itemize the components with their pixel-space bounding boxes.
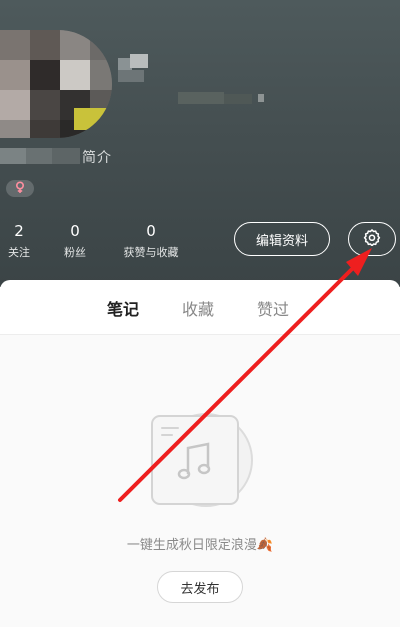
music-record-icon <box>148 410 256 510</box>
likes-count: 0 <box>146 222 156 240</box>
publish-button[interactable]: 去发布 <box>157 571 243 603</box>
settings-button[interactable] <box>348 222 396 256</box>
tab-bar: 笔记 收藏 赞过 <box>0 296 400 346</box>
stat-followers[interactable]: 0 粉丝 <box>58 222 92 260</box>
stat-following[interactable]: 2 关注 <box>4 222 34 260</box>
followers-label: 粉丝 <box>64 246 86 259</box>
edit-profile-button[interactable]: 编辑资料 <box>234 222 330 256</box>
username-blurred <box>118 54 268 108</box>
female-symbol-icon <box>14 179 26 198</box>
bio-blurred <box>0 146 140 168</box>
following-count: 2 <box>14 222 24 240</box>
likes-label: 获赞与收藏 <box>123 246 179 259</box>
tab-liked[interactable]: 赞过 <box>257 296 289 320</box>
bio-label[interactable]: 简介 <box>82 147 112 167</box>
profile-header: 简介 2 关注 0 粉丝 0 获赞与收藏 编辑资料 <box>0 0 400 287</box>
gender-badge <box>6 180 34 197</box>
following-label: 关注 <box>8 246 30 259</box>
followers-count: 0 <box>70 222 80 240</box>
tab-collections[interactable]: 收藏 <box>182 296 214 320</box>
avatar[interactable] <box>0 30 112 138</box>
empty-state-message: 一键生成秋日限定浪漫🍂 <box>0 534 400 553</box>
tab-notes[interactable]: 笔记 <box>107 296 139 320</box>
gear-icon <box>363 228 381 250</box>
empty-state-text: 一键生成秋日限定浪漫 <box>126 538 257 553</box>
stat-likes-collects[interactable]: 0 获赞与收藏 <box>114 222 188 260</box>
autumn-leaf-emoji: 🍂 <box>256 538 274 553</box>
